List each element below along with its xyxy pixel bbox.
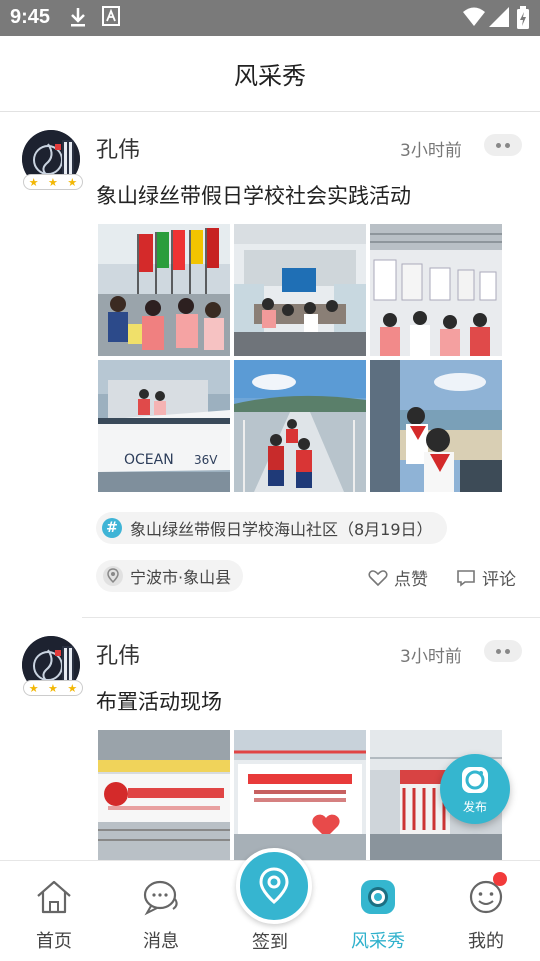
post-photo[interactable] (234, 360, 366, 492)
comment-icon (457, 569, 475, 587)
post-photo[interactable] (234, 224, 366, 356)
heart-icon (368, 569, 388, 586)
comment-label: 评论 (482, 570, 516, 590)
svg-text:OCEAN: OCEAN (124, 452, 174, 468)
camera-icon (361, 880, 395, 914)
post-photo[interactable] (98, 224, 230, 356)
notification-badge (493, 872, 507, 886)
publish-label: 发布 (462, 799, 487, 814)
page-title: 风采秀 (234, 62, 306, 90)
home-icon (37, 880, 71, 914)
location-tag[interactable]: 宁波市·象山县 (96, 560, 244, 592)
download-icon (71, 8, 85, 27)
rating-stars: ★ ★ ★ (23, 680, 83, 696)
rating-stars: ★ ★ ★ (23, 174, 83, 190)
more-options-button[interactable] (484, 134, 522, 156)
like-label: 点赞 (394, 570, 428, 590)
status-bar: 9:45 (0, 0, 540, 36)
svg-text:36V: 36V (194, 453, 218, 467)
comment-button[interactable]: 评论 (456, 565, 516, 590)
star-icon: ★ (67, 681, 78, 695)
location-pin-icon (103, 566, 123, 586)
star-icon: ★ (48, 175, 58, 189)
more-options-button[interactable] (484, 640, 522, 662)
tab-checkin[interactable] (236, 848, 312, 924)
signal-icon (489, 7, 509, 27)
post-card[interactable]: ★ ★ ★ 孔伟 3小时前 象山绿丝带假日学校社会实践活动 OCEAN 36V # 象… (0, 112, 540, 617)
tab-profile[interactable]: 我的 (436, 861, 536, 961)
chat-icon (143, 880, 178, 916)
post-text: 象山绿丝带假日学校社会实践活动 (96, 184, 411, 208)
post-text: 布置活动现场 (96, 690, 222, 714)
post-photo[interactable] (98, 730, 230, 860)
tab-messages[interactable]: 消息 (111, 861, 211, 961)
tab-showcase-label: 风采秀 (351, 931, 405, 952)
tab-home[interactable]: 首页 (4, 861, 104, 961)
topic-tag[interactable]: # 象山绿丝带假日学校海山社区（8月19日） (96, 512, 447, 544)
star-icon: ★ (28, 175, 39, 189)
star-icon: ★ (48, 681, 58, 695)
tab-showcase[interactable]: 风采秀 (328, 861, 428, 961)
app-header: 风采秀 (0, 36, 540, 112)
wifi-icon (463, 7, 485, 26)
post-time: 3小时前 (400, 647, 462, 667)
star-icon: ★ (67, 175, 78, 189)
battery-icon (517, 6, 529, 29)
topic-tag-label: 象山绿丝带假日学校海山社区（8月19日） (130, 520, 433, 539)
post-author[interactable]: 孔伟 (96, 132, 140, 164)
post-card[interactable]: ★ ★ ★ 孔伟 3小时前 布置活动现场 (0, 618, 540, 860)
post-author[interactable]: 孔伟 (96, 638, 140, 670)
post-photo[interactable] (370, 224, 502, 356)
publish-button[interactable]: 发布 (440, 754, 510, 824)
star-icon: ★ (28, 681, 39, 695)
feed-list[interactable]: ★ ★ ★ 孔伟 3小时前 象山绿丝带假日学校社会实践活动 OCEAN 36V # 象… (0, 112, 540, 860)
tab-messages-label: 消息 (143, 931, 179, 952)
post-photo[interactable] (370, 360, 502, 492)
tab-profile-label: 我的 (468, 931, 504, 952)
post-photo[interactable]: OCEAN 36V (98, 360, 230, 492)
post-photo[interactable] (234, 730, 366, 860)
tab-home-label: 首页 (36, 931, 72, 952)
location-label: 宁波市·象山县 (130, 568, 232, 587)
like-button[interactable]: 点赞 (368, 565, 428, 590)
status-time: 9:45 (10, 6, 51, 28)
camera-icon (462, 766, 488, 793)
post-time: 3小时前 (400, 141, 462, 161)
location-pin-icon (259, 867, 289, 904)
text-a-icon (102, 6, 120, 26)
tab-checkin-label: 签到 (252, 932, 288, 953)
hashtag-icon: # (102, 518, 122, 538)
